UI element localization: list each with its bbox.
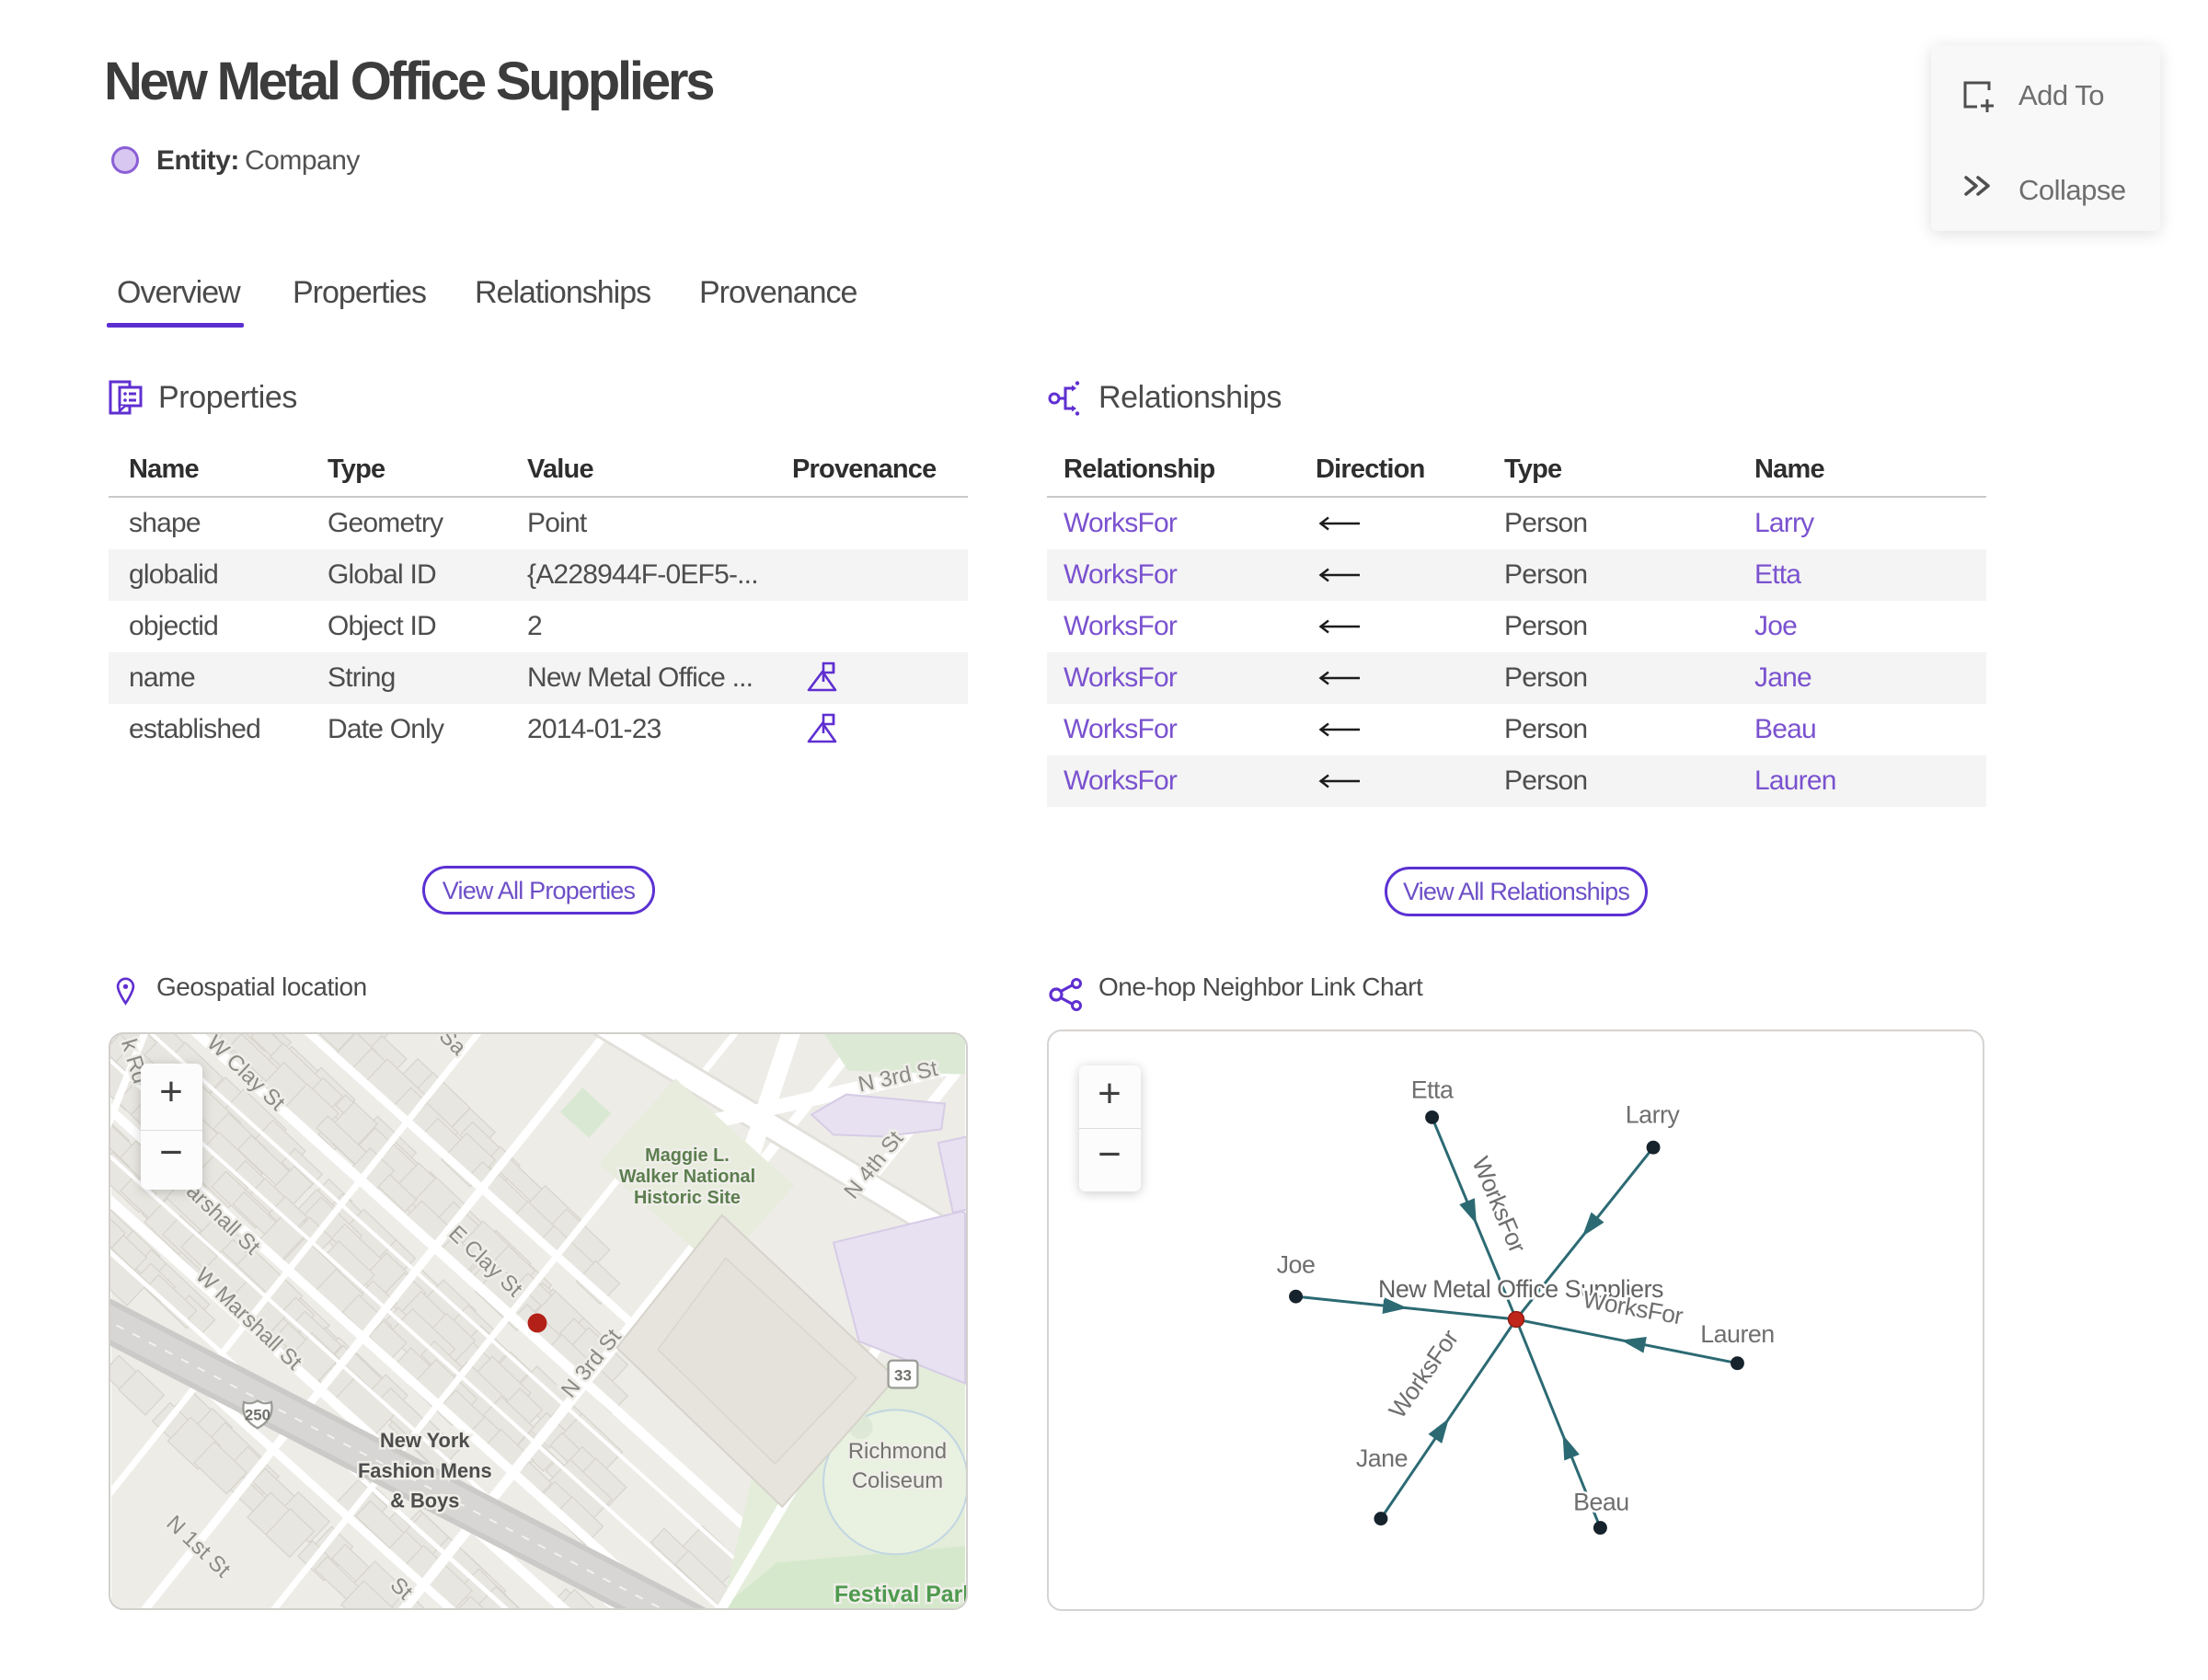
svg-text:Joe: Joe [1277,1250,1316,1278]
svg-text:Coliseum: Coliseum [852,1468,943,1493]
svg-text:Larry: Larry [1626,1100,1681,1128]
svg-text:33: 33 [894,1367,912,1385]
svg-text:250: 250 [245,1406,270,1423]
svg-text:WorksFor: WorksFor [1383,1324,1464,1423]
svg-text:Fashion Mens: Fashion Mens [358,1459,492,1482]
svg-text:Lauren: Lauren [1700,1320,1775,1348]
svg-text:Richmond: Richmond [848,1439,947,1464]
svg-text:& Boys: & Boys [390,1490,459,1513]
svg-text:WorksFor: WorksFor [1466,1153,1532,1257]
svg-text:Beau: Beau [1573,1489,1629,1516]
svg-text:Festival Park: Festival Park [834,1582,968,1607]
svg-text:Historic Site: Historic Site [634,1188,741,1208]
svg-text:Walker National: Walker National [619,1167,755,1187]
svg-text:New York: New York [380,1429,470,1452]
svg-text:Etta: Etta [1411,1076,1454,1104]
svg-text:Jane: Jane [1356,1444,1408,1472]
svg-text:Maggie L.: Maggie L. [645,1145,730,1166]
